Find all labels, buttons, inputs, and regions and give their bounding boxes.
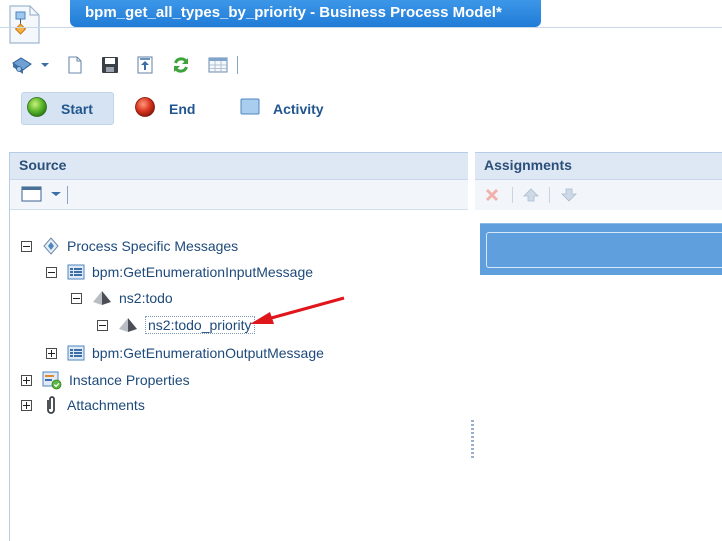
tree-node-todo[interactable]: ns2:todo xyxy=(71,287,173,309)
tree-node-instance-properties[interactable]: Instance Properties xyxy=(21,369,190,391)
assignment-row-inner xyxy=(486,232,722,268)
toolbar-separator xyxy=(549,187,550,203)
source-toolbar-separator xyxy=(67,186,68,204)
toolbar-separator xyxy=(512,187,513,203)
source-panel-title: Source xyxy=(10,152,468,180)
tree-label: Process Specific Messages xyxy=(67,238,239,254)
paperclip-icon xyxy=(42,395,60,415)
process-menu-button[interactable] xyxy=(10,54,50,76)
new-document-icon xyxy=(68,56,82,74)
toolbar-separator xyxy=(237,56,238,74)
arrow-up-icon xyxy=(523,188,539,202)
tree-label: bpm:GetEnumerationOutputMessage xyxy=(92,345,324,361)
save-button[interactable] xyxy=(98,54,122,76)
pyramid-element-icon xyxy=(92,290,112,306)
assignments-panel-title: Assignments xyxy=(475,152,722,180)
export-button[interactable] xyxy=(133,54,157,76)
collapse-toggle[interactable] xyxy=(97,319,108,331)
window-title: bpm_get_all_types_by_priority - Business… xyxy=(70,0,541,27)
layout-button[interactable] xyxy=(206,54,230,76)
message-structure-icon xyxy=(67,345,85,361)
source-toolbar xyxy=(10,180,468,210)
delete-assignment-button[interactable] xyxy=(483,186,501,207)
start-palette-button[interactable]: Start xyxy=(21,92,114,125)
delete-x-icon xyxy=(485,188,499,202)
annotation-arrow-icon xyxy=(250,296,345,324)
save-icon xyxy=(102,57,118,73)
main-toolbar xyxy=(0,50,722,80)
instance-properties-icon xyxy=(42,370,62,390)
tree-node-process-specific-messages[interactable]: Process Specific Messages xyxy=(21,235,238,257)
panel-splitter[interactable] xyxy=(471,420,474,460)
arrow-down-icon xyxy=(561,188,577,202)
grid-table-icon xyxy=(208,57,228,73)
assignments-panel: Assignments xyxy=(475,152,722,541)
tree-label: Attachments xyxy=(67,397,145,413)
diamond-folder-icon xyxy=(42,237,60,255)
start-event-icon xyxy=(26,96,48,121)
move-down-button[interactable] xyxy=(559,186,579,207)
expand-toggle[interactable] xyxy=(21,374,32,386)
collapse-toggle[interactable] xyxy=(46,266,57,278)
refresh-icon xyxy=(174,57,188,73)
tree-label-selected: ns2:todo_priority xyxy=(145,316,255,334)
tree-label: Instance Properties xyxy=(69,372,190,388)
new-button[interactable] xyxy=(63,54,87,76)
assignment-row[interactable] xyxy=(480,223,722,275)
end-event-icon xyxy=(134,96,156,121)
chevron-down-icon xyxy=(51,192,61,196)
view-options-button[interactable] xyxy=(21,185,63,203)
tree-node-input-message[interactable]: bpm:GetEnumerationInputMessage xyxy=(46,261,313,283)
end-palette-button[interactable]: End xyxy=(134,92,214,125)
assignments-toolbar xyxy=(475,180,722,210)
expand-toggle[interactable] xyxy=(21,399,32,411)
move-up-button[interactable] xyxy=(521,186,541,207)
activity-palette-button[interactable]: Activity xyxy=(240,92,340,125)
window-icon xyxy=(21,186,42,202)
expand-toggle[interactable] xyxy=(46,347,57,359)
message-structure-icon xyxy=(67,264,85,280)
start-label: Start xyxy=(61,100,93,117)
export-icon xyxy=(137,56,153,74)
end-label: End xyxy=(169,100,196,117)
activity-icon xyxy=(240,98,260,119)
source-panel: Source Process Specific Messages bpm:Get… xyxy=(9,152,468,541)
tree-label: ns2:todo xyxy=(119,290,173,306)
collapse-toggle[interactable] xyxy=(71,292,82,304)
tree-node-output-message[interactable]: bpm:GetEnumerationOutputMessage xyxy=(46,342,324,364)
process-icon xyxy=(12,57,49,74)
title-divider xyxy=(0,27,722,28)
pyramid-element-icon xyxy=(118,317,138,333)
tree-node-todo-priority[interactable]: ns2:todo_priority xyxy=(97,314,255,336)
tree-label: bpm:GetEnumerationInputMessage xyxy=(92,264,314,280)
activity-label: Activity xyxy=(273,100,324,117)
refresh-button[interactable] xyxy=(169,54,193,76)
element-palette: Start End Activity xyxy=(0,88,722,132)
collapse-toggle[interactable] xyxy=(21,240,32,252)
process-model-document-icon xyxy=(2,2,46,46)
tree-node-attachments[interactable]: Attachments xyxy=(21,394,145,416)
